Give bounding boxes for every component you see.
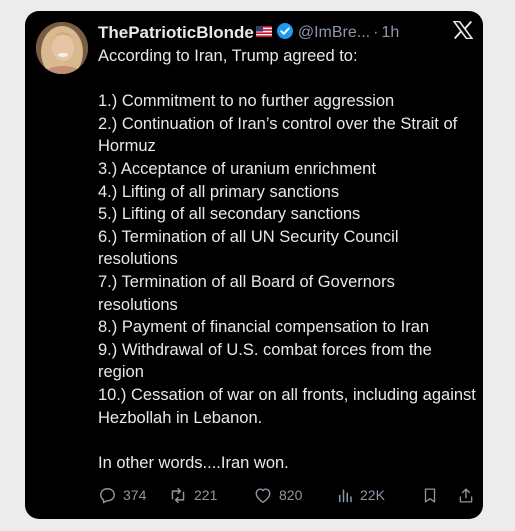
- text-line: According to Iran, Trump agreed to:: [98, 47, 358, 65]
- bookmark-icon: [424, 487, 436, 503]
- views-button[interactable]: 22K: [336, 486, 421, 505]
- repost-icon: [171, 487, 185, 503]
- timestamp[interactable]: 1h: [381, 24, 399, 42]
- user-handle[interactable]: @ImBre...: [298, 24, 370, 42]
- text-line: 7.) Termination of all Board of Governor…: [98, 272, 395, 314]
- avatar-image: [36, 22, 88, 74]
- text-line: In other words....Iran won.: [98, 453, 289, 472]
- view-count: 22K: [360, 487, 385, 503]
- verified-badge-icon[interactable]: [276, 22, 294, 45]
- tweet-card[interactable]: ThePatrioticBlonde @ImBre... · 1h Accord…: [25, 11, 483, 519]
- tweet-header: ThePatrioticBlonde @ImBre... · 1h: [98, 21, 471, 45]
- reply-count: 374: [123, 487, 147, 503]
- x-logo-icon: [452, 20, 474, 44]
- action-bar: 374 221 820 22K: [98, 483, 478, 507]
- avatar[interactable]: [36, 22, 88, 74]
- us-flag-icon: [255, 24, 272, 42]
- repost-button[interactable]: 221: [168, 486, 253, 505]
- heart-icon: [255, 487, 271, 503]
- text-line: 6.) Termination of all UN Security Counc…: [98, 227, 399, 269]
- share-icon: [459, 487, 473, 503]
- text-line: 4.) Lifting of all primary sanctions: [98, 182, 340, 201]
- text-line: 9.) Withdrawal of U.S. combat forces fro…: [98, 340, 432, 382]
- separator-dot: ·: [373, 24, 379, 41]
- share-button[interactable]: [457, 486, 477, 505]
- reply-button[interactable]: 374: [98, 486, 168, 505]
- like-button[interactable]: 820: [253, 486, 336, 505]
- text-line: 8.) Payment of financial compensation to…: [98, 318, 430, 337]
- bookmark-button[interactable]: [421, 486, 457, 505]
- text-line: 5.) Lifting of all secondary sanctions: [98, 205, 361, 224]
- like-count: 820: [279, 487, 303, 503]
- text-line: 1.) Commitment to no further aggression: [98, 92, 395, 111]
- views-bar-chart-icon: [339, 489, 352, 502]
- reply-icon: [100, 487, 115, 503]
- text-line: 2.) Continuation of Iran’s control over …: [98, 114, 458, 156]
- text-line: 10.) Cessation of war on all fronts, inc…: [98, 385, 476, 427]
- repost-count: 221: [194, 487, 218, 503]
- text-line: 3.) Acceptance of uranium enrichment: [98, 159, 376, 178]
- display-name[interactable]: ThePatrioticBlonde: [98, 23, 254, 43]
- tweet-text: According to Iran, Trump agreed to: 1.) …: [98, 45, 478, 474]
